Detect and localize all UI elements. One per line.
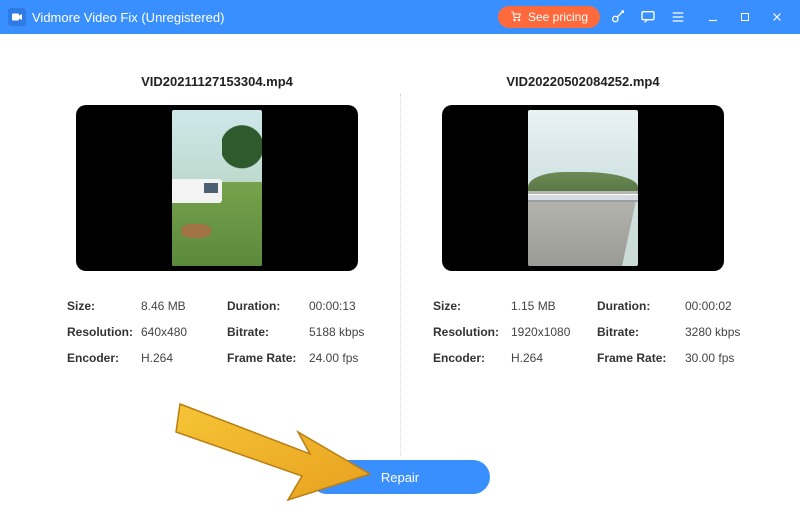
meta-key-size: Size:	[67, 299, 141, 313]
meta-val-framerate: 24.00 fps	[309, 351, 379, 365]
see-pricing-label: See pricing	[528, 10, 588, 24]
content-area: VID20211127153304.mp4 Size: 8.46 MB Dura…	[0, 34, 800, 516]
meta-val-resolution: 1920x1080	[511, 325, 597, 339]
source-video-pane: VID20211127153304.mp4 Size: 8.46 MB Dura…	[34, 74, 400, 365]
meta-val-size: 8.46 MB	[141, 299, 227, 313]
repair-button-label: Repair	[381, 470, 419, 485]
meta-key-resolution: Resolution:	[433, 325, 511, 339]
vertical-divider	[400, 94, 401, 456]
meta-val-bitrate: 3280 kbps	[685, 325, 753, 339]
app-logo-icon	[8, 8, 26, 26]
source-thumbnail	[76, 105, 358, 271]
app-title: Vidmore Video Fix (Unregistered)	[32, 10, 224, 25]
meta-val-duration: 00:00:02	[685, 299, 753, 313]
sample-thumbnail-image	[528, 110, 638, 266]
meta-val-resolution: 640x480	[141, 325, 227, 339]
meta-key-resolution: Resolution:	[67, 325, 141, 339]
meta-key-duration: Duration:	[227, 299, 309, 313]
meta-key-encoder: Encoder:	[433, 351, 511, 365]
sample-filename: VID20220502084252.mp4	[506, 74, 659, 89]
meta-key-size: Size:	[433, 299, 511, 313]
meta-val-framerate: 30.00 fps	[685, 351, 753, 365]
meta-key-bitrate: Bitrate:	[597, 325, 685, 339]
meta-val-encoder: H.264	[511, 351, 597, 365]
cart-icon	[510, 10, 522, 25]
meta-val-duration: 00:00:13	[309, 299, 379, 313]
meta-key-framerate: Frame Rate:	[227, 351, 309, 365]
source-thumbnail-image	[172, 110, 262, 266]
meta-val-encoder: H.264	[141, 351, 227, 365]
titlebar: Vidmore Video Fix (Unregistered) See pri…	[0, 0, 800, 34]
meta-key-encoder: Encoder:	[67, 351, 141, 365]
meta-key-bitrate: Bitrate:	[227, 325, 309, 339]
meta-val-bitrate: 5188 kbps	[309, 325, 379, 339]
minimize-button[interactable]	[704, 8, 722, 26]
meta-key-duration: Duration:	[597, 299, 685, 313]
sample-thumbnail	[442, 105, 724, 271]
sample-metadata: Size: 1.15 MB Duration: 00:00:02 Resolut…	[433, 299, 733, 365]
meta-val-size: 1.15 MB	[511, 299, 597, 313]
maximize-button[interactable]	[736, 8, 754, 26]
see-pricing-button[interactable]: See pricing	[498, 6, 600, 28]
source-filename: VID20211127153304.mp4	[141, 74, 293, 89]
source-metadata: Size: 8.46 MB Duration: 00:00:13 Resolut…	[67, 299, 367, 365]
sample-video-pane: VID20220502084252.mp4 Size: 1.15 MB Dura…	[400, 74, 766, 365]
meta-key-framerate: Frame Rate:	[597, 351, 685, 365]
key-icon[interactable]	[606, 5, 630, 29]
repair-button[interactable]: Repair	[310, 460, 490, 494]
menu-icon[interactable]	[666, 5, 690, 29]
feedback-icon[interactable]	[636, 5, 660, 29]
close-button[interactable]	[768, 8, 786, 26]
